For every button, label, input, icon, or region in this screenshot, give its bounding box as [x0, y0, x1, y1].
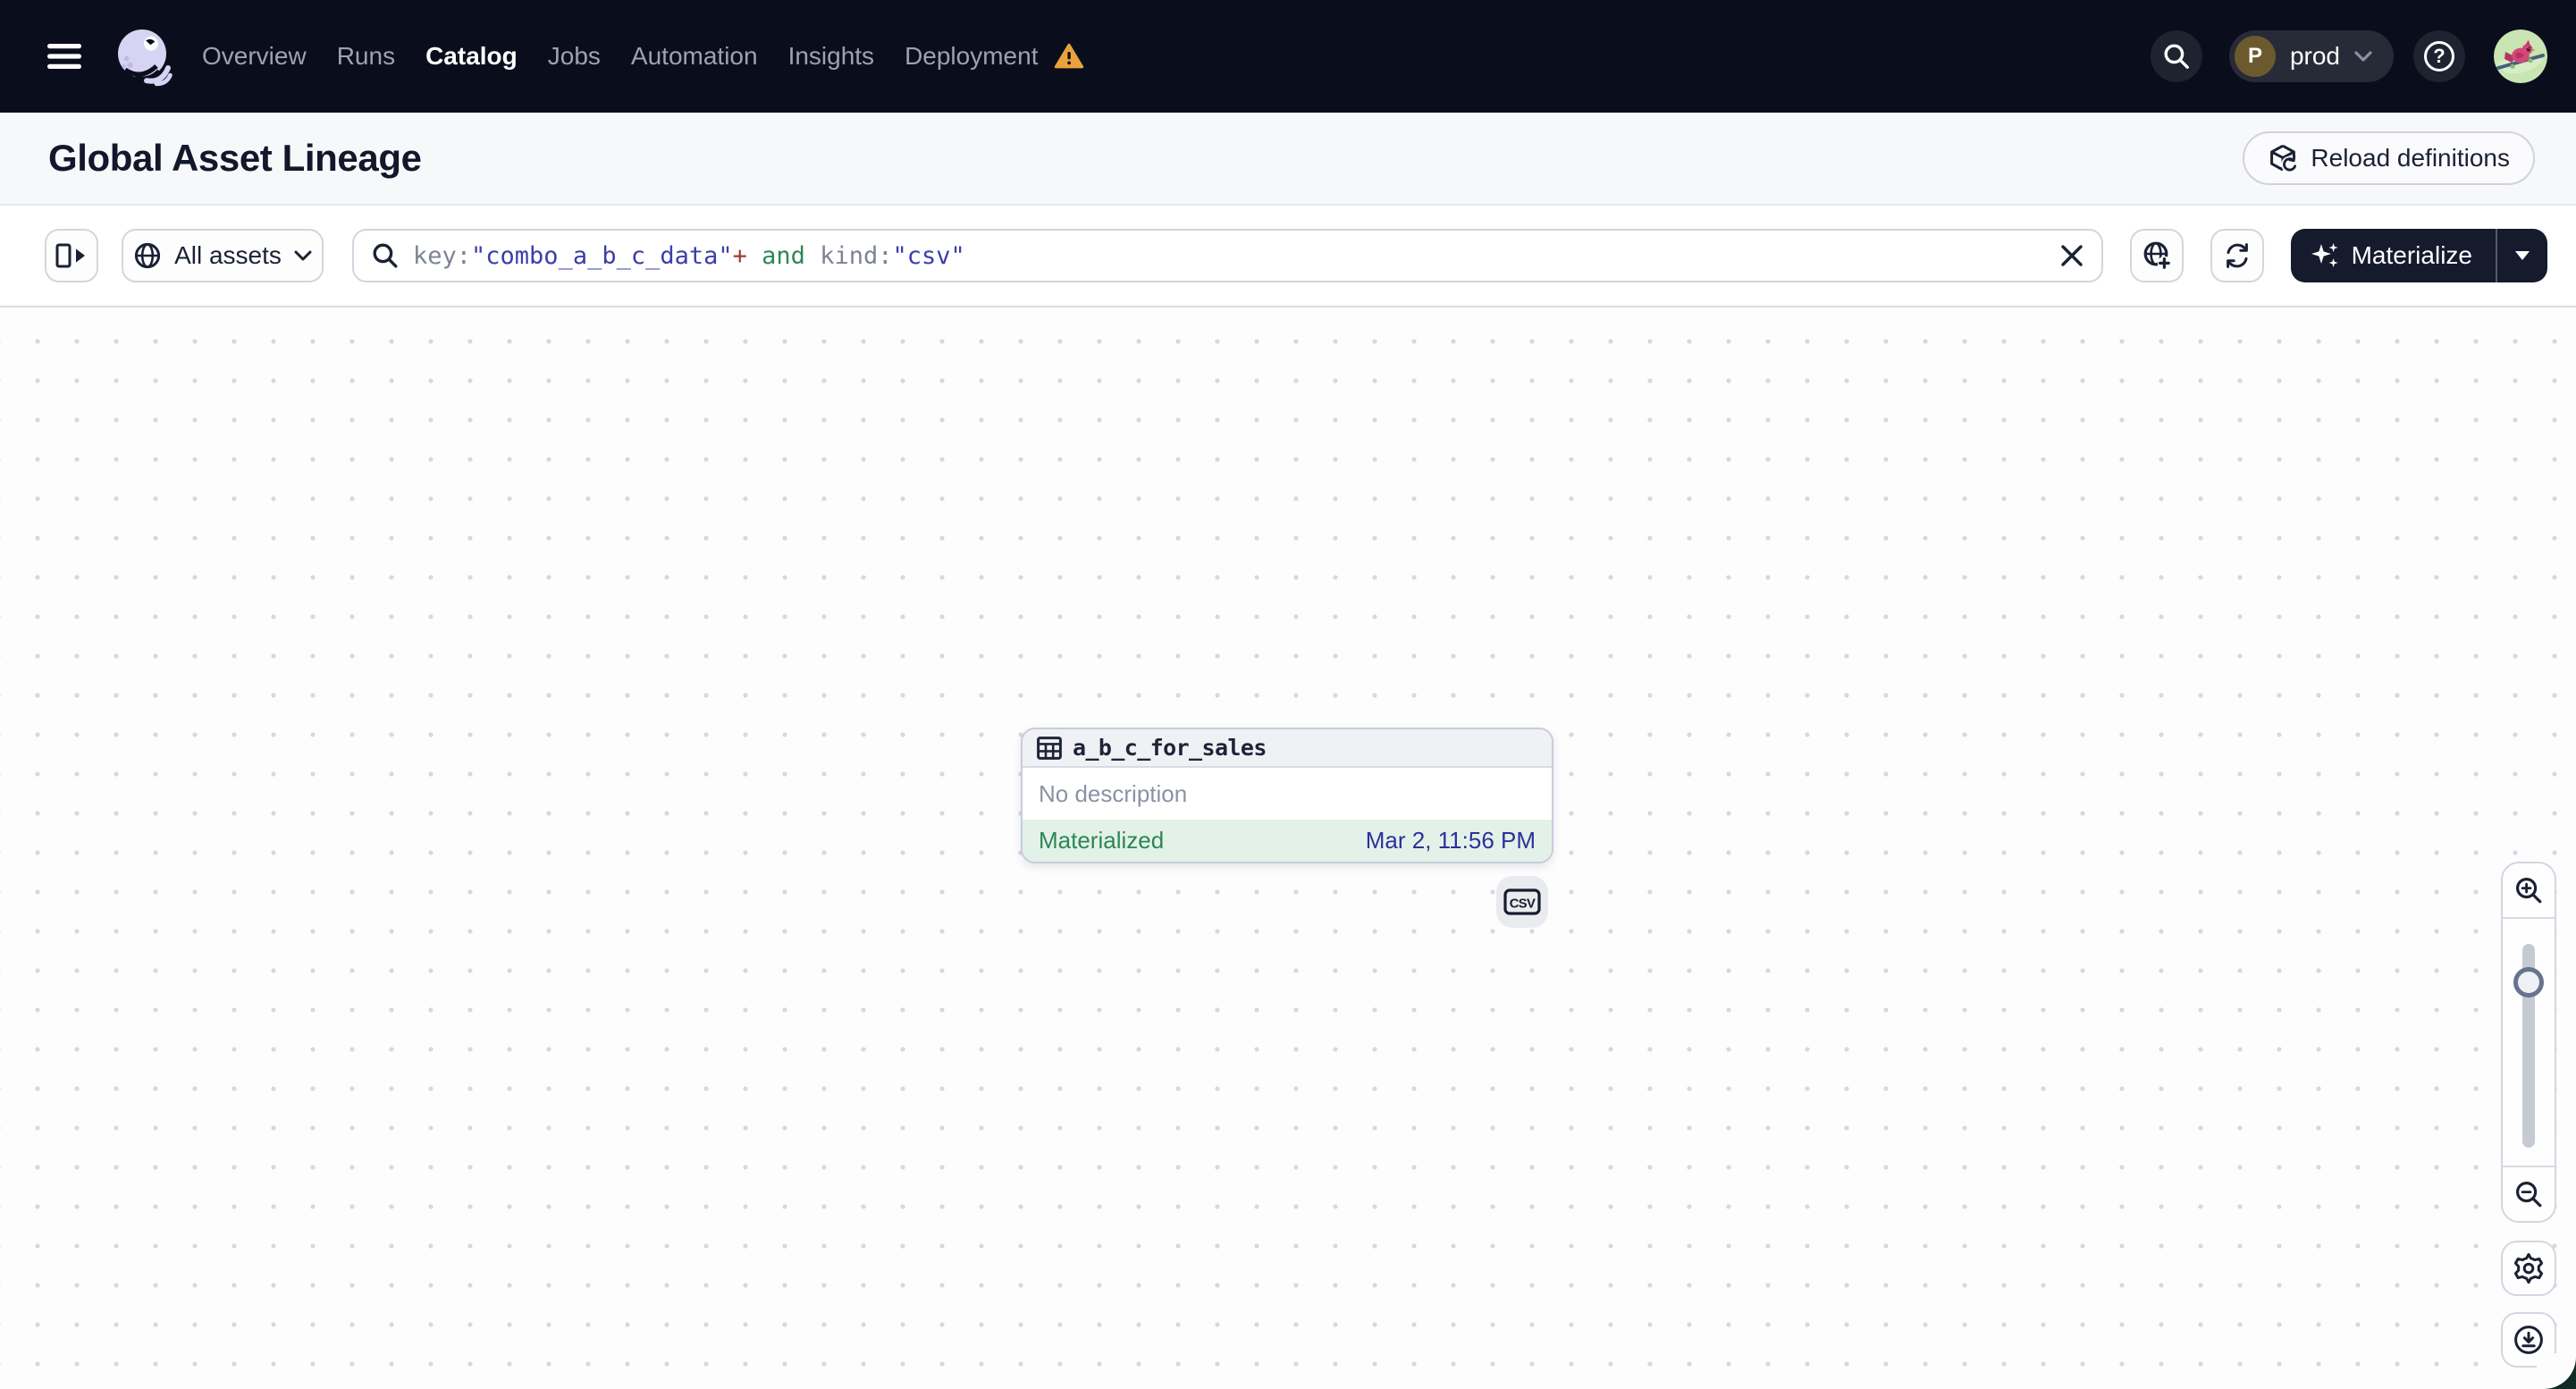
- clear-search-button[interactable]: [2060, 244, 2084, 267]
- nav-item-overview[interactable]: Overview: [202, 42, 307, 71]
- app-root: Overview Runs Catalog Jobs Automation In…: [0, 0, 2576, 1389]
- nav-right-cluster: P prod ?: [2150, 29, 2547, 83]
- menu-icon[interactable]: [38, 29, 91, 83]
- asset-node-body: No description: [1023, 768, 1552, 820]
- nav-items: Overview Runs Catalog Jobs Automation In…: [202, 42, 1084, 71]
- deployment-switcher[interactable]: P prod: [2228, 30, 2394, 82]
- asset-search-input[interactable]: key:"combo_a_b_c_data"+ and kind:"csv": [352, 229, 2103, 282]
- nav-item-jobs[interactable]: Jobs: [548, 42, 601, 71]
- asset-name: a_b_c_for_sales: [1073, 735, 1267, 761]
- chevron-down-icon: [294, 250, 312, 261]
- reload-definitions-label: Reload definitions: [2311, 144, 2510, 172]
- graph-settings-button[interactable]: [2501, 1241, 2556, 1296]
- asset-node[interactable]: a_b_c_for_sales No description Materiali…: [1021, 728, 1553, 863]
- asset-materialization-time[interactable]: Mar 2, 11:56 PM: [1366, 827, 1536, 854]
- zoom-out-icon: [2516, 1182, 2542, 1208]
- gear-icon: [2513, 1252, 2544, 1284]
- close-icon: [2060, 245, 2083, 266]
- zoom-out-button[interactable]: [2503, 1167, 2555, 1221]
- reload-definitions-button[interactable]: Reload definitions: [2243, 131, 2535, 185]
- dagster-logo[interactable]: [109, 24, 173, 88]
- top-navbar: Overview Runs Catalog Jobs Automation In…: [0, 0, 2576, 113]
- page-title: Global Asset Lineage: [48, 137, 422, 179]
- materialize-split-button: Materialize: [2290, 229, 2547, 282]
- query-string-token: "combo_a_b_c_data": [471, 241, 733, 270]
- help-icon: ?: [2424, 41, 2454, 72]
- download-icon: [2514, 1326, 2543, 1354]
- csv-icon: CSV: [1503, 888, 1541, 915]
- caret-down-icon: [2515, 251, 2530, 260]
- materialize-label: Materialize: [2351, 241, 2472, 269]
- asset-description: No description: [1039, 779, 1188, 807]
- globe-icon: [134, 242, 161, 269]
- dagster-octopus-icon: [118, 29, 173, 87]
- nav-item-insights[interactable]: Insights: [788, 42, 875, 71]
- query-boolean-token: and: [746, 241, 821, 270]
- hamburger-icon: [47, 44, 81, 69]
- lineage-toolbar: All assets key:"combo_a_b_c_data"+ and k…: [0, 206, 2576, 307]
- zoom-in-button[interactable]: [2503, 863, 2555, 917]
- asset-scope-button[interactable]: All assets: [122, 229, 324, 282]
- deployment-initial: P: [2234, 36, 2276, 77]
- materialize-button[interactable]: Materialize: [2291, 229, 2496, 282]
- nav-item-catalog[interactable]: Catalog: [425, 42, 518, 71]
- open-panel-icon: [55, 243, 85, 268]
- asset-kind-badge: CSV: [1496, 876, 1548, 928]
- filter-kinds-button[interactable]: [2129, 229, 2184, 282]
- query-operator-token: +: [732, 241, 747, 270]
- page-header: Global Asset Lineage Reload definitions: [0, 113, 2576, 206]
- avatar-bird-image: [2494, 29, 2547, 83]
- query-field-token: kind:: [820, 241, 893, 270]
- csv-label: CSV: [1510, 897, 1536, 912]
- warning-icon: [1055, 43, 1084, 69]
- reload-definitions-icon: [2270, 144, 2299, 173]
- zoom-in-icon: [2516, 878, 2542, 904]
- global-search-button[interactable]: [2150, 30, 2202, 82]
- search-query-text: key:"combo_a_b_c_data"+ and kind:"csv": [413, 242, 2046, 270]
- nav-item-deployment[interactable]: Deployment: [905, 42, 1038, 71]
- deployment-name: prod: [2289, 42, 2340, 70]
- asset-node-footer: Materialized Mar 2, 11:56 PM: [1023, 820, 1552, 862]
- nav-item-automation[interactable]: Automation: [631, 42, 758, 71]
- globe-plus-icon: [2143, 241, 2171, 270]
- sparkles-icon: [2311, 243, 2338, 267]
- zoom-slider-thumb[interactable]: [2513, 967, 2544, 998]
- search-icon: [373, 243, 398, 268]
- asset-scope-label: All assets: [174, 241, 282, 269]
- user-avatar[interactable]: [2494, 29, 2547, 83]
- table-icon: [1037, 736, 1062, 760]
- query-field-token: key:: [413, 241, 472, 270]
- query-string-token: "csv": [892, 241, 965, 270]
- asset-node-header: a_b_c_for_sales: [1023, 729, 1552, 768]
- asset-status: Materialized: [1039, 827, 1165, 854]
- materialize-options-button[interactable]: [2496, 229, 2547, 282]
- sidebar-toggle-button[interactable]: [45, 229, 98, 282]
- nav-item-deployment-wrap: Deployment: [905, 42, 1084, 71]
- refresh-graph-button[interactable]: [2210, 229, 2264, 282]
- chevron-down-icon: [2354, 51, 2372, 62]
- search-icon: [2164, 44, 2189, 69]
- zoom-controls: [2501, 862, 2556, 1223]
- nav-item-runs[interactable]: Runs: [337, 42, 395, 71]
- zoom-slider[interactable]: [2503, 917, 2555, 1167]
- help-button[interactable]: ?: [2413, 30, 2465, 82]
- lineage-graph-canvas[interactable]: a_b_c_for_sales No description Materiali…: [0, 307, 2576, 1389]
- refresh-icon: [2226, 243, 2248, 268]
